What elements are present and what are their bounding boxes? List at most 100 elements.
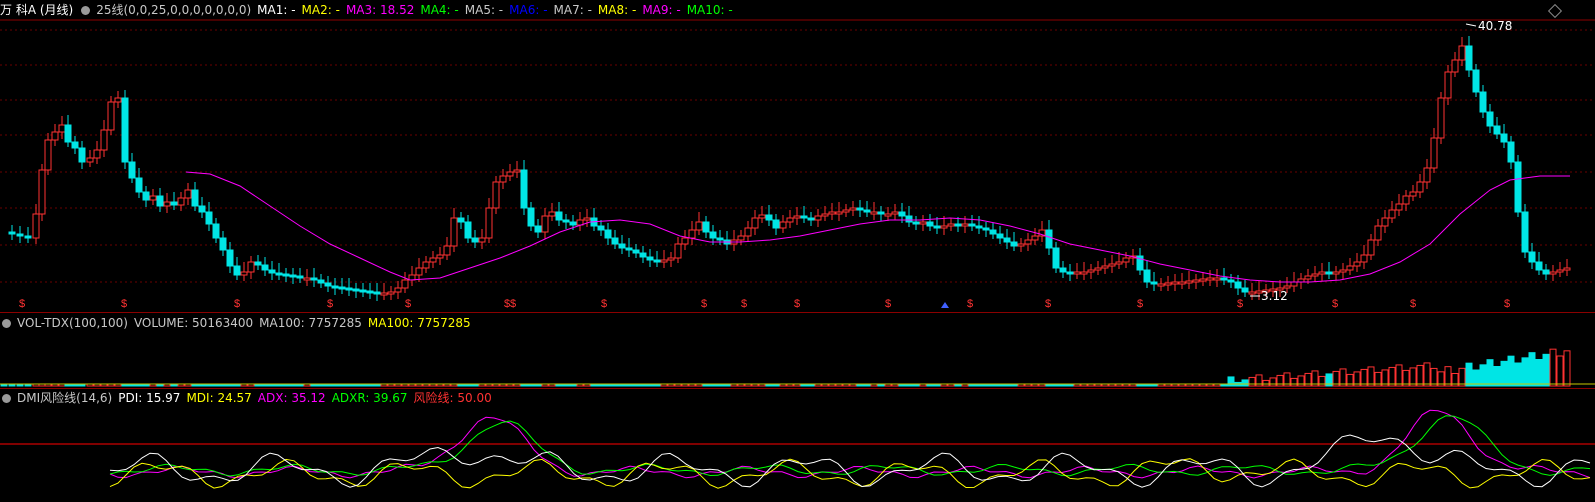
volume-bar [1339, 368, 1347, 387]
candle-body [520, 169, 528, 209]
ma-legend-item: MA8: - [597, 3, 637, 17]
candle-body [919, 221, 927, 225]
candle-body [219, 237, 227, 251]
signal-marker: $ [1410, 298, 1416, 310]
candle-body [1346, 265, 1354, 271]
candle-body [226, 249, 234, 267]
candle-body [688, 229, 696, 239]
candle-body [1192, 279, 1200, 283]
candle-body [303, 277, 311, 281]
volume-bar [1521, 357, 1529, 387]
candle-body [380, 292, 388, 296]
candle-body [1010, 241, 1018, 247]
ma-legend-item: MA4: - [420, 3, 459, 17]
candle-body [877, 211, 885, 215]
candle-body [1528, 251, 1536, 263]
candle-body [1507, 141, 1515, 163]
candle-body [1248, 291, 1256, 295]
indicator-settings-icon[interactable] [81, 6, 91, 15]
signal-arrow-icon [941, 302, 949, 308]
candle-body [898, 211, 906, 217]
volume-bar [1409, 367, 1417, 387]
candle-body [1521, 211, 1529, 253]
candle-body [177, 197, 185, 206]
candle-body [555, 211, 563, 221]
candle-body [359, 289, 367, 293]
candle-body [352, 288, 360, 292]
candle-body [310, 277, 318, 281]
candle-body [772, 219, 780, 229]
dmi-pdi: PDI: 15.97 [118, 391, 181, 405]
candle-body [205, 211, 213, 225]
candle-body [1115, 261, 1123, 265]
candle-body [982, 227, 990, 231]
volume-bar [1465, 362, 1473, 387]
candle-body [716, 237, 724, 241]
candle-body [32, 213, 40, 239]
signal-marker: $ [19, 298, 25, 310]
ma-legend: MA1: - MA2: - MA3: 18.52 MA4: - MA5: - MA6: -… [257, 3, 739, 17]
volume-bar [1556, 355, 1564, 387]
candle-body [891, 211, 899, 215]
candle-body [1101, 265, 1109, 269]
candle-body [415, 267, 423, 276]
candle-body [1416, 181, 1424, 193]
candle-body [338, 286, 346, 290]
ma-legend-item: MA1: - [257, 3, 296, 17]
volume-bar [1416, 364, 1424, 387]
candle-body [1395, 203, 1403, 211]
candle-body [1381, 217, 1389, 227]
candle-body [1437, 97, 1445, 139]
candle-body [247, 261, 255, 273]
candle-body [1325, 271, 1333, 275]
candle-body [597, 225, 605, 231]
candle-body [289, 274, 297, 278]
high-arrow-icon [1465, 23, 1477, 27]
candle-body [1563, 267, 1571, 271]
candle-body [1185, 280, 1193, 284]
candle-body [856, 207, 864, 211]
candle-body [968, 223, 976, 227]
indicator-settings-icon[interactable] [2, 394, 11, 403]
volume-bar [1479, 364, 1487, 387]
candle-body [107, 101, 115, 131]
signal-marker: $ [510, 298, 516, 310]
volume-indicator-name: VOL-TDX(100,100) [17, 316, 128, 330]
candle-body [345, 287, 353, 291]
candle-body [534, 225, 542, 233]
chart-canvas[interactable]: $ $ $ $ $ $ $ $ $ $ $ $ $ $ $ $ $ $ $ [0, 0, 1595, 502]
candle-body [170, 201, 178, 206]
candle-body [905, 215, 913, 223]
indicator-settings-icon[interactable] [2, 319, 11, 328]
candle-body [24, 235, 32, 239]
candle-body [996, 233, 1004, 239]
volume-bar [1388, 366, 1396, 387]
candle-body [1220, 277, 1228, 281]
candle-body [1171, 281, 1179, 285]
candle-body [1157, 283, 1165, 287]
volume-bar [1248, 376, 1256, 387]
candle-body [814, 215, 822, 221]
volume-bar [1227, 376, 1235, 387]
candle-body [1486, 111, 1494, 127]
candle-body [492, 181, 500, 209]
candle-body [1059, 267, 1067, 273]
candle-body [1241, 287, 1249, 293]
candle-body [38, 169, 46, 215]
volume-bar [1549, 348, 1557, 387]
ma3-line [185, 171, 1570, 283]
adxr-line [109, 415, 1591, 477]
candle-body [1213, 277, 1221, 281]
candle-body [71, 141, 79, 149]
volume-bar [1563, 350, 1571, 387]
candle-body [849, 207, 857, 211]
candle-body [1227, 279, 1235, 283]
candle-body [58, 124, 66, 133]
candle-body [1206, 277, 1214, 281]
candle-body [317, 279, 325, 284]
candle-body [1052, 247, 1060, 269]
ma-legend-item: MA3: 18.52 [345, 3, 415, 17]
candle-body [989, 229, 997, 235]
candle-body [765, 214, 773, 221]
candle-body [618, 243, 626, 249]
